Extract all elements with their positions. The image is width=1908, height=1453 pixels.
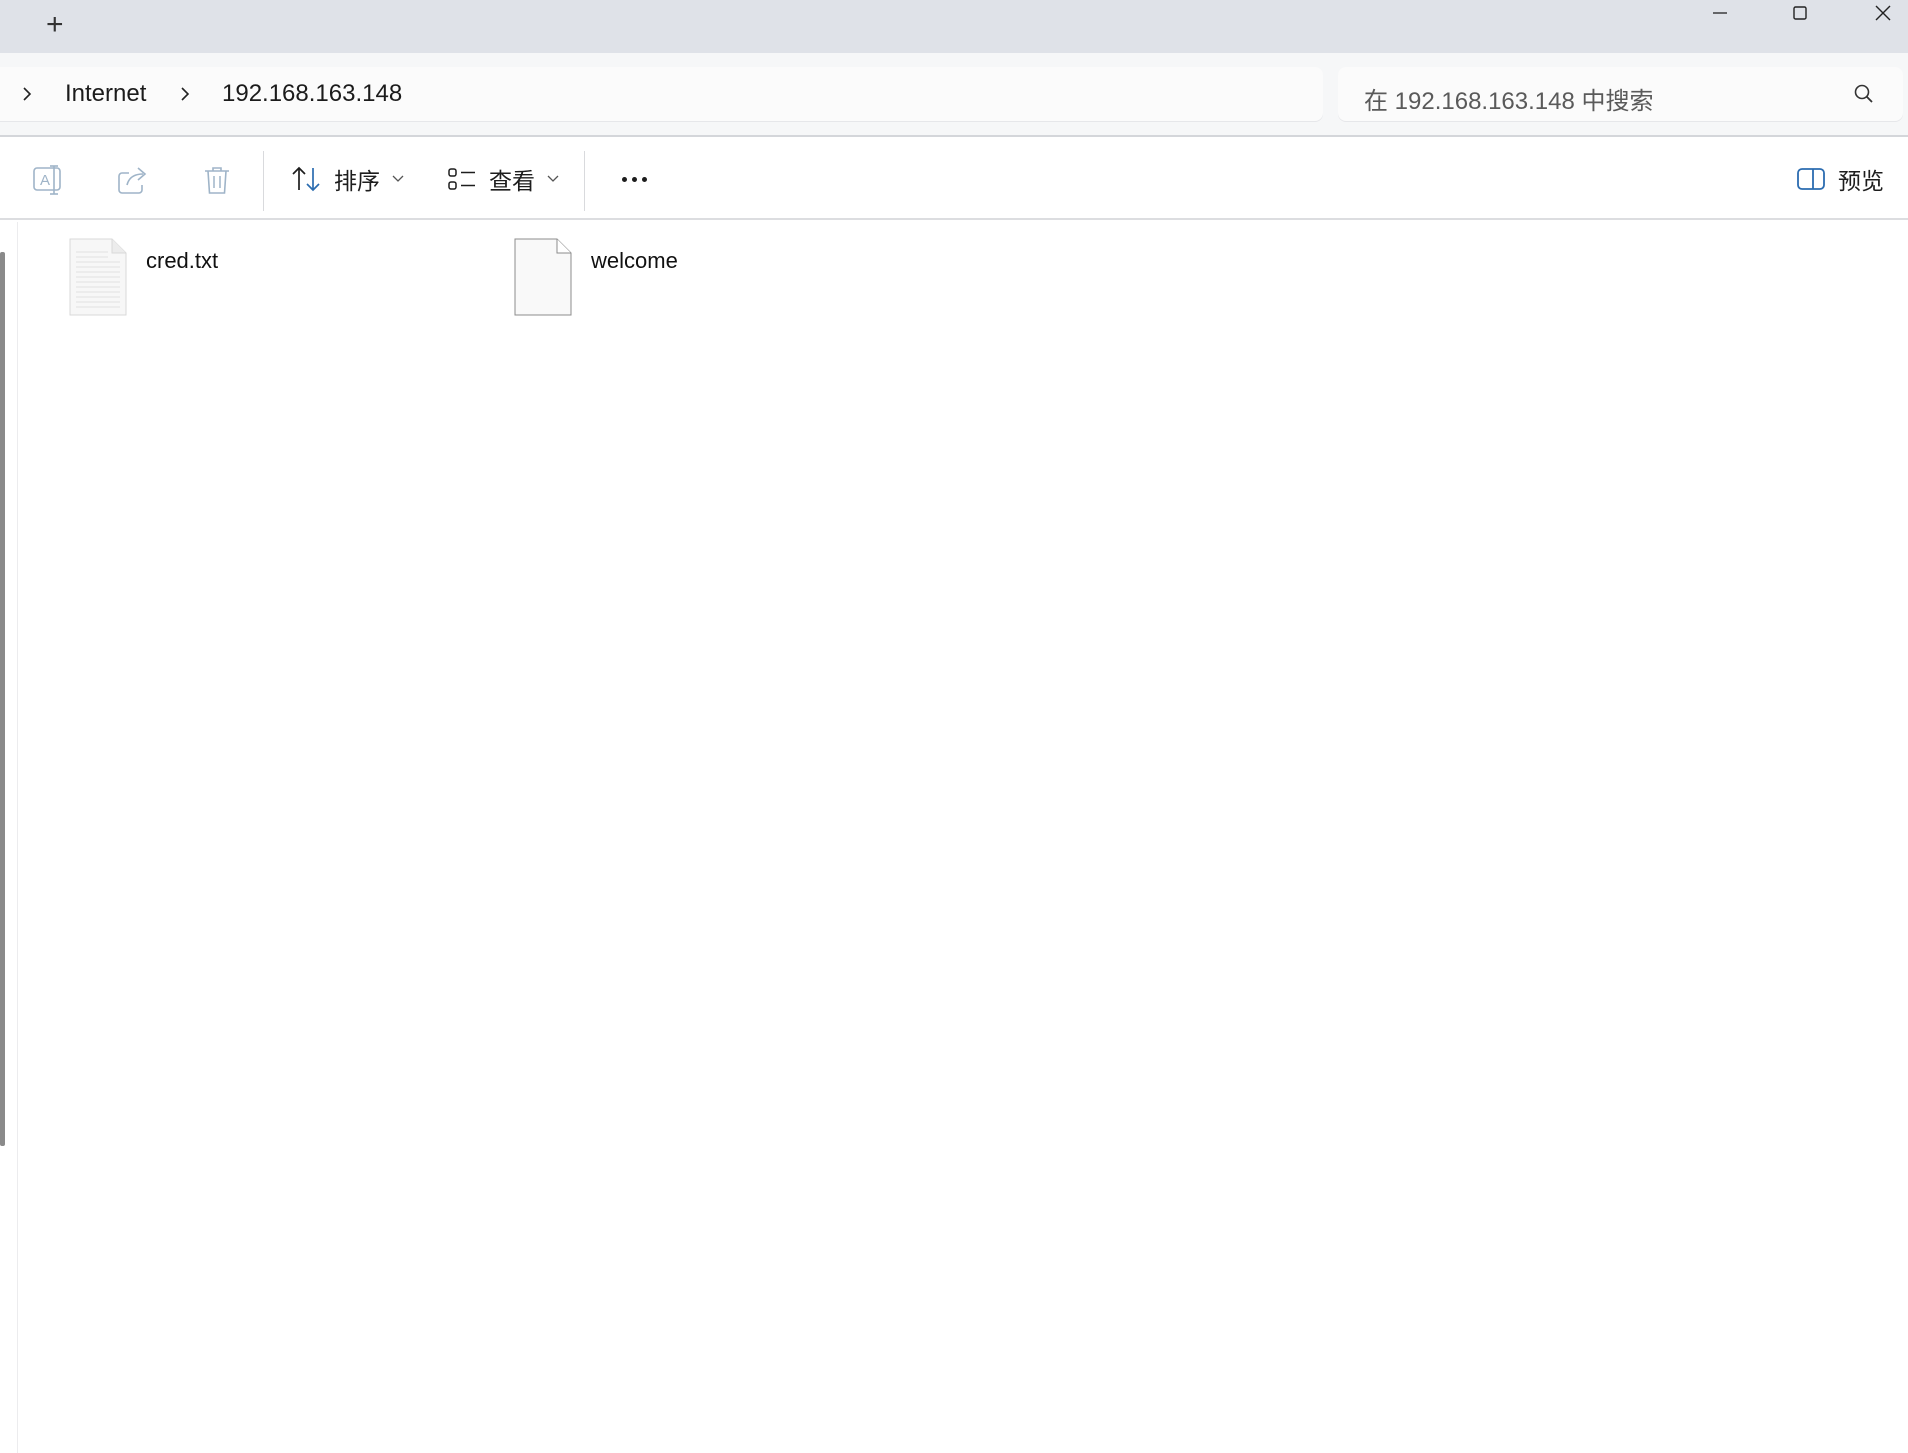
breadcrumb-separator-chevron-icon[interactable]	[174, 83, 196, 105]
sort-label: 排序	[334, 168, 380, 194]
minimize-button[interactable]	[1680, 0, 1760, 26]
file-item-cred-txt[interactable]: cred.txt	[68, 238, 218, 318]
address-bar[interactable]: Internet 192.168.163.148	[0, 67, 1323, 121]
view-button[interactable]: 查看	[447, 157, 561, 201]
file-item-welcome[interactable]: welcome	[513, 238, 678, 318]
search-placeholder: 在 192.168.163.148 中搜索	[1364, 88, 1654, 115]
file-name: cred.txt	[146, 248, 219, 273]
plus-icon: +	[46, 8, 64, 41]
more-icon-dot	[621, 176, 627, 182]
more-icon-dot	[631, 176, 637, 182]
rename-icon: A	[33, 165, 61, 195]
minimize-icon	[1713, 12, 1727, 14]
new-tab-button[interactable]: +	[0, 0, 116, 53]
delete-button[interactable]	[195, 159, 239, 201]
maximize-button[interactable]	[1760, 0, 1840, 26]
breadcrumb-item-internet[interactable]: Internet	[65, 80, 146, 108]
sort-icon	[292, 166, 320, 192]
sort-button[interactable]: 排序	[290, 157, 406, 201]
scrollbar-thumb[interactable]	[0, 252, 5, 1146]
more-icon-dot	[641, 176, 647, 182]
view-icon	[448, 168, 475, 190]
breadcrumb-expand-chevron-icon[interactable]	[16, 83, 38, 105]
maximize-icon	[1793, 6, 1807, 20]
close-button[interactable]	[1843, 0, 1908, 26]
title-bar: +	[0, 0, 1908, 53]
left-scroll-rail	[0, 222, 18, 1453]
delete-icon	[205, 167, 229, 194]
search-icon	[1854, 84, 1873, 103]
rename-button[interactable]: A	[27, 159, 71, 201]
navigation-bar: Internet 192.168.163.148 在 192.168.163.1…	[0, 53, 1908, 137]
file-explorer-window: + Internet 192.168.163.148 在 192.168.163…	[0, 0, 1908, 1453]
toolbar-separator	[584, 151, 585, 211]
search-input[interactable]: 在 192.168.163.148 中搜索	[1338, 67, 1903, 121]
share-icon	[118, 167, 147, 194]
preview-pane-button[interactable]: 预览	[1796, 157, 1884, 201]
preview-pane-icon	[1797, 168, 1825, 190]
breadcrumb-item-host[interactable]: 192.168.163.148	[222, 80, 402, 108]
close-icon	[1875, 5, 1891, 21]
file-name: welcome	[591, 248, 678, 273]
toolbar-separator	[263, 151, 264, 211]
text-document-icon	[69, 238, 127, 316]
svg-text:A: A	[40, 172, 50, 189]
sort-chevron-down-icon	[392, 172, 406, 186]
command-bar: A 排序 查看 预览	[0, 139, 1908, 220]
preview-label: 预览	[1838, 168, 1884, 194]
view-label: 查看	[489, 168, 535, 194]
more-options-button[interactable]	[610, 157, 658, 201]
blank-document-icon	[514, 238, 572, 316]
share-button[interactable]	[111, 159, 155, 201]
file-list-area[interactable]: cred.txt welcome	[0, 222, 1908, 1453]
view-chevron-down-icon	[547, 172, 561, 186]
